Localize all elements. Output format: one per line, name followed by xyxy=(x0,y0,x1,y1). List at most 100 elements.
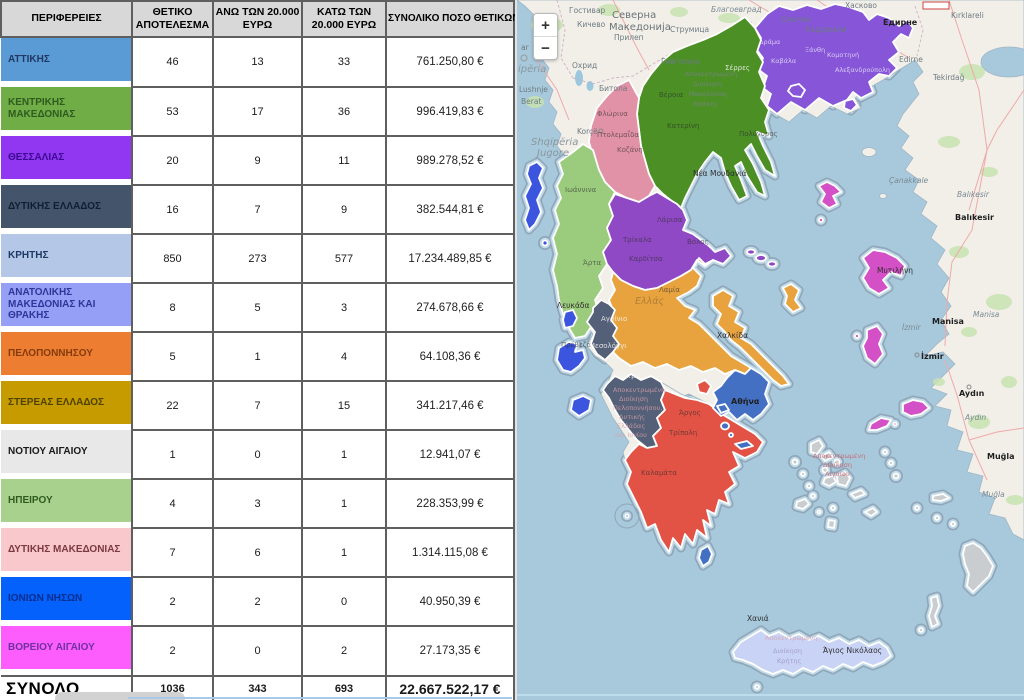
amount-cell: 996.419,83 € xyxy=(386,87,514,136)
island-poros[interactable] xyxy=(729,433,733,437)
count-cell: 0 xyxy=(213,430,302,479)
svg-text:Καρδίτσα: Καρδίτσα xyxy=(629,255,663,263)
svg-text:Manisa: Manisa xyxy=(932,317,964,326)
island-fourni[interactable] xyxy=(894,423,897,426)
count-cell: 22 xyxy=(132,381,213,430)
region-label-cell: ΘΕΣΣΑΛΙΑΣ xyxy=(1,136,132,185)
zoom-out-button[interactable]: − xyxy=(534,36,557,59)
svg-text:Αθήνα: Αθήνα xyxy=(731,397,760,406)
region-chip: ΚΕΝΤΡΙΚΗΣ ΜΑΚΕΔΟΝΙΑΣ xyxy=(1,87,131,130)
svg-text:Кърджали: Кърджали xyxy=(805,25,847,34)
svg-text:Македонија: Македонија xyxy=(609,21,671,33)
amount-cell: 64.108,36 € xyxy=(386,332,514,381)
svg-text:και Ιονίου: και Ιονίου xyxy=(615,431,647,439)
island-paxi[interactable] xyxy=(543,241,548,246)
svg-text:Χαλκίδα: Χαλκίδα xyxy=(717,331,748,340)
count-cell: 4 xyxy=(132,479,213,528)
island-skiathos[interactable] xyxy=(747,250,755,255)
count-cell: 5 xyxy=(132,332,213,381)
svg-text:Αποκεντρωμένη: Αποκεντρωμένη xyxy=(765,634,817,642)
svg-text:Kırklareli: Kırklareli xyxy=(951,11,984,20)
svg-text:Αποκεντρωμένη: Αποκεντρωμένη xyxy=(613,386,665,394)
region-label-cell: ΑΤΤΙΚΗΣ xyxy=(1,37,132,87)
svg-text:Edirne: Edirne xyxy=(899,55,923,64)
amount-cell: 989.278,52 € xyxy=(386,136,514,185)
count-cell: 2 xyxy=(132,577,213,626)
count-cell: 15 xyxy=(302,381,386,430)
svg-text:Едирне: Едирне xyxy=(883,18,918,27)
table-row: ΑΝΑΤΟΛΙΚΗΣ ΜΑΚΕΔΟΝΙΑΣ ΚΑΙ ΘΡΑΚΗΣ853274.6… xyxy=(1,283,514,332)
svg-text:ar: ar xyxy=(521,43,530,52)
count-cell: 577 xyxy=(302,234,386,283)
svg-text:Çanakkale: Çanakkale xyxy=(889,176,929,185)
svg-text:Δράμα: Δράμα xyxy=(759,38,780,46)
island-aegina[interactable] xyxy=(721,423,729,430)
amount-cell: 274.678,66 € xyxy=(386,283,514,332)
svg-text:Κατερίνη: Κατερίνη xyxy=(667,122,699,130)
svg-text:Струмица: Струмица xyxy=(670,25,709,34)
svg-text:Πολύγυρος: Πολύγυρος xyxy=(739,130,778,138)
svg-text:Manisa: Manisa xyxy=(973,310,1000,319)
region-chip: ΗΠΕΙΡΟΥ xyxy=(1,479,131,522)
count-cell: 273 xyxy=(213,234,302,283)
region-label-cell: ΚΕΝΤΡΙΚΗΣ ΜΑΚΕΔΟΝΙΑΣ xyxy=(1,87,132,136)
count-cell: 33 xyxy=(302,37,386,87)
col-header-above20k: ΑΝΩ ΤΩΝ 20.000 ΕΥΡΩ xyxy=(213,1,302,37)
island-alonnisos[interactable] xyxy=(768,262,776,267)
svg-text:Κομοτηνή: Κομοτηνή xyxy=(827,51,859,59)
selection-line-artifact xyxy=(128,697,512,699)
svg-text:Κρήτης: Κρήτης xyxy=(777,657,802,665)
col-header-positive: ΘΕΤΙΚΟ ΑΠΟΤΕΛΕΣΜΑ xyxy=(132,1,213,37)
svg-text:Δυτικής: Δυτικής xyxy=(619,413,645,421)
region-chip: ΑΝΑΤΟΛΙΚΗΣ ΜΑΚΕΔΟΝΙΑΣ ΚΑΙ ΘΡΑΚΗΣ xyxy=(1,283,131,326)
island-skopelos[interactable] xyxy=(756,255,766,261)
svg-text:Διοίκηση: Διοίκηση xyxy=(693,80,722,88)
svg-text:Охрид: Охрид xyxy=(572,61,597,70)
svg-text:Βέροια: Βέροια xyxy=(659,91,684,99)
svg-text:Διοίκηση: Διοίκηση xyxy=(619,395,648,403)
zoom-in-button[interactable]: + xyxy=(534,14,557,36)
table-row: ΒΟΡΕΙΟΥ ΑΙΓΑΙΟΥ20227.173,35 € xyxy=(1,626,514,676)
count-cell: 11 xyxy=(302,136,386,185)
svg-text:Φλώρινα: Φλώρινα xyxy=(597,110,628,118)
svg-text:Shqipëria: Shqipëria xyxy=(531,137,578,148)
svg-text:Прилеп: Прилеп xyxy=(614,33,644,42)
header-row: ΠΕΡΙΦΕΡΕΙΕΣ ΘΕΤΙΚΟ ΑΠΟΤΕΛΕΣΜΑ ΑΝΩ ΤΩΝ 20… xyxy=(1,1,514,37)
count-cell: 0 xyxy=(302,577,386,626)
table-row: ΗΠΕΙΡΟΥ431228.353,99 € xyxy=(1,479,514,528)
svg-text:Хасково: Хасково xyxy=(845,1,877,10)
region-chip: ΔΥΤΙΚΗΣ ΜΑΚΕΔΟΝΙΑΣ xyxy=(1,528,131,571)
count-cell: 850 xyxy=(132,234,213,283)
island-gavdos[interactable] xyxy=(755,685,759,689)
road-sign-box xyxy=(923,2,949,9)
svg-text:Balıkesir: Balıkesir xyxy=(957,190,990,199)
svg-text:Ελλάς: Ελλάς xyxy=(635,296,665,307)
table-row: ΚΕΝΤΡΙΚΗΣ ΜΑΚΕΔΟΝΙΑΣ531736996.419,83 € xyxy=(1,87,514,136)
island-psara[interactable] xyxy=(855,334,859,338)
col-header-total: ΣΥΝΟΛΙΚΟ ΠΟΣΟ ΘΕΤΙΚΩΝ xyxy=(386,1,514,37)
island-agios-efstratios[interactable] xyxy=(819,218,823,222)
svg-text:Βόλος: Βόλος xyxy=(687,238,709,246)
svg-text:İzmir: İzmir xyxy=(921,351,944,361)
table-row: ΝΟΤΙΟΥ ΑΙΓΑΙΟΥ10112.941,07 € xyxy=(1,430,514,479)
count-cell: 53 xyxy=(132,87,213,136)
svg-text:Αιγαίου: Αιγαίου xyxy=(825,470,850,478)
greece-map[interactable]: Гостивар Кичево Северна Македонија Приле… xyxy=(515,0,1024,700)
table-row: ΘΕΣΣΑΛΙΑΣ20911989.278,52 € xyxy=(1,136,514,185)
svg-text:Κοζάνη: Κοζάνη xyxy=(617,146,643,154)
count-cell: 0 xyxy=(213,626,302,676)
svg-text:Гевгелија: Гевгелија xyxy=(661,57,700,66)
count-cell: 46 xyxy=(132,37,213,87)
region-label-cell: ΒΟΡΕΙΟΥ ΑΙΓΑΙΟΥ xyxy=(1,626,132,676)
svg-text:Τρίπολη: Τρίπολη xyxy=(668,429,697,437)
svg-text:Jugore: Jugore xyxy=(535,148,569,159)
svg-text:Άργος: Άργος xyxy=(679,409,701,417)
islet-strofades[interactable] xyxy=(626,515,629,518)
svg-text:Λαμία: Λαμία xyxy=(659,286,680,294)
region-label-cell: ΔΥΤΙΚΗΣ ΕΛΛΑΔΟΣ xyxy=(1,185,132,234)
svg-text:Διοίκηση: Διοίκηση xyxy=(773,647,802,655)
svg-text:Άρτα: Άρτα xyxy=(583,259,602,267)
dashboard: ΠΕΡΙΦΕΡΕΙΕΣ ΘΕΤΙΚΟ ΑΠΟΤΕΛΕΣΜΑ ΑΝΩ ΤΩΝ 20… xyxy=(0,0,1024,700)
count-cell: 9 xyxy=(213,136,302,185)
svg-text:İzmir: İzmir xyxy=(902,323,922,332)
